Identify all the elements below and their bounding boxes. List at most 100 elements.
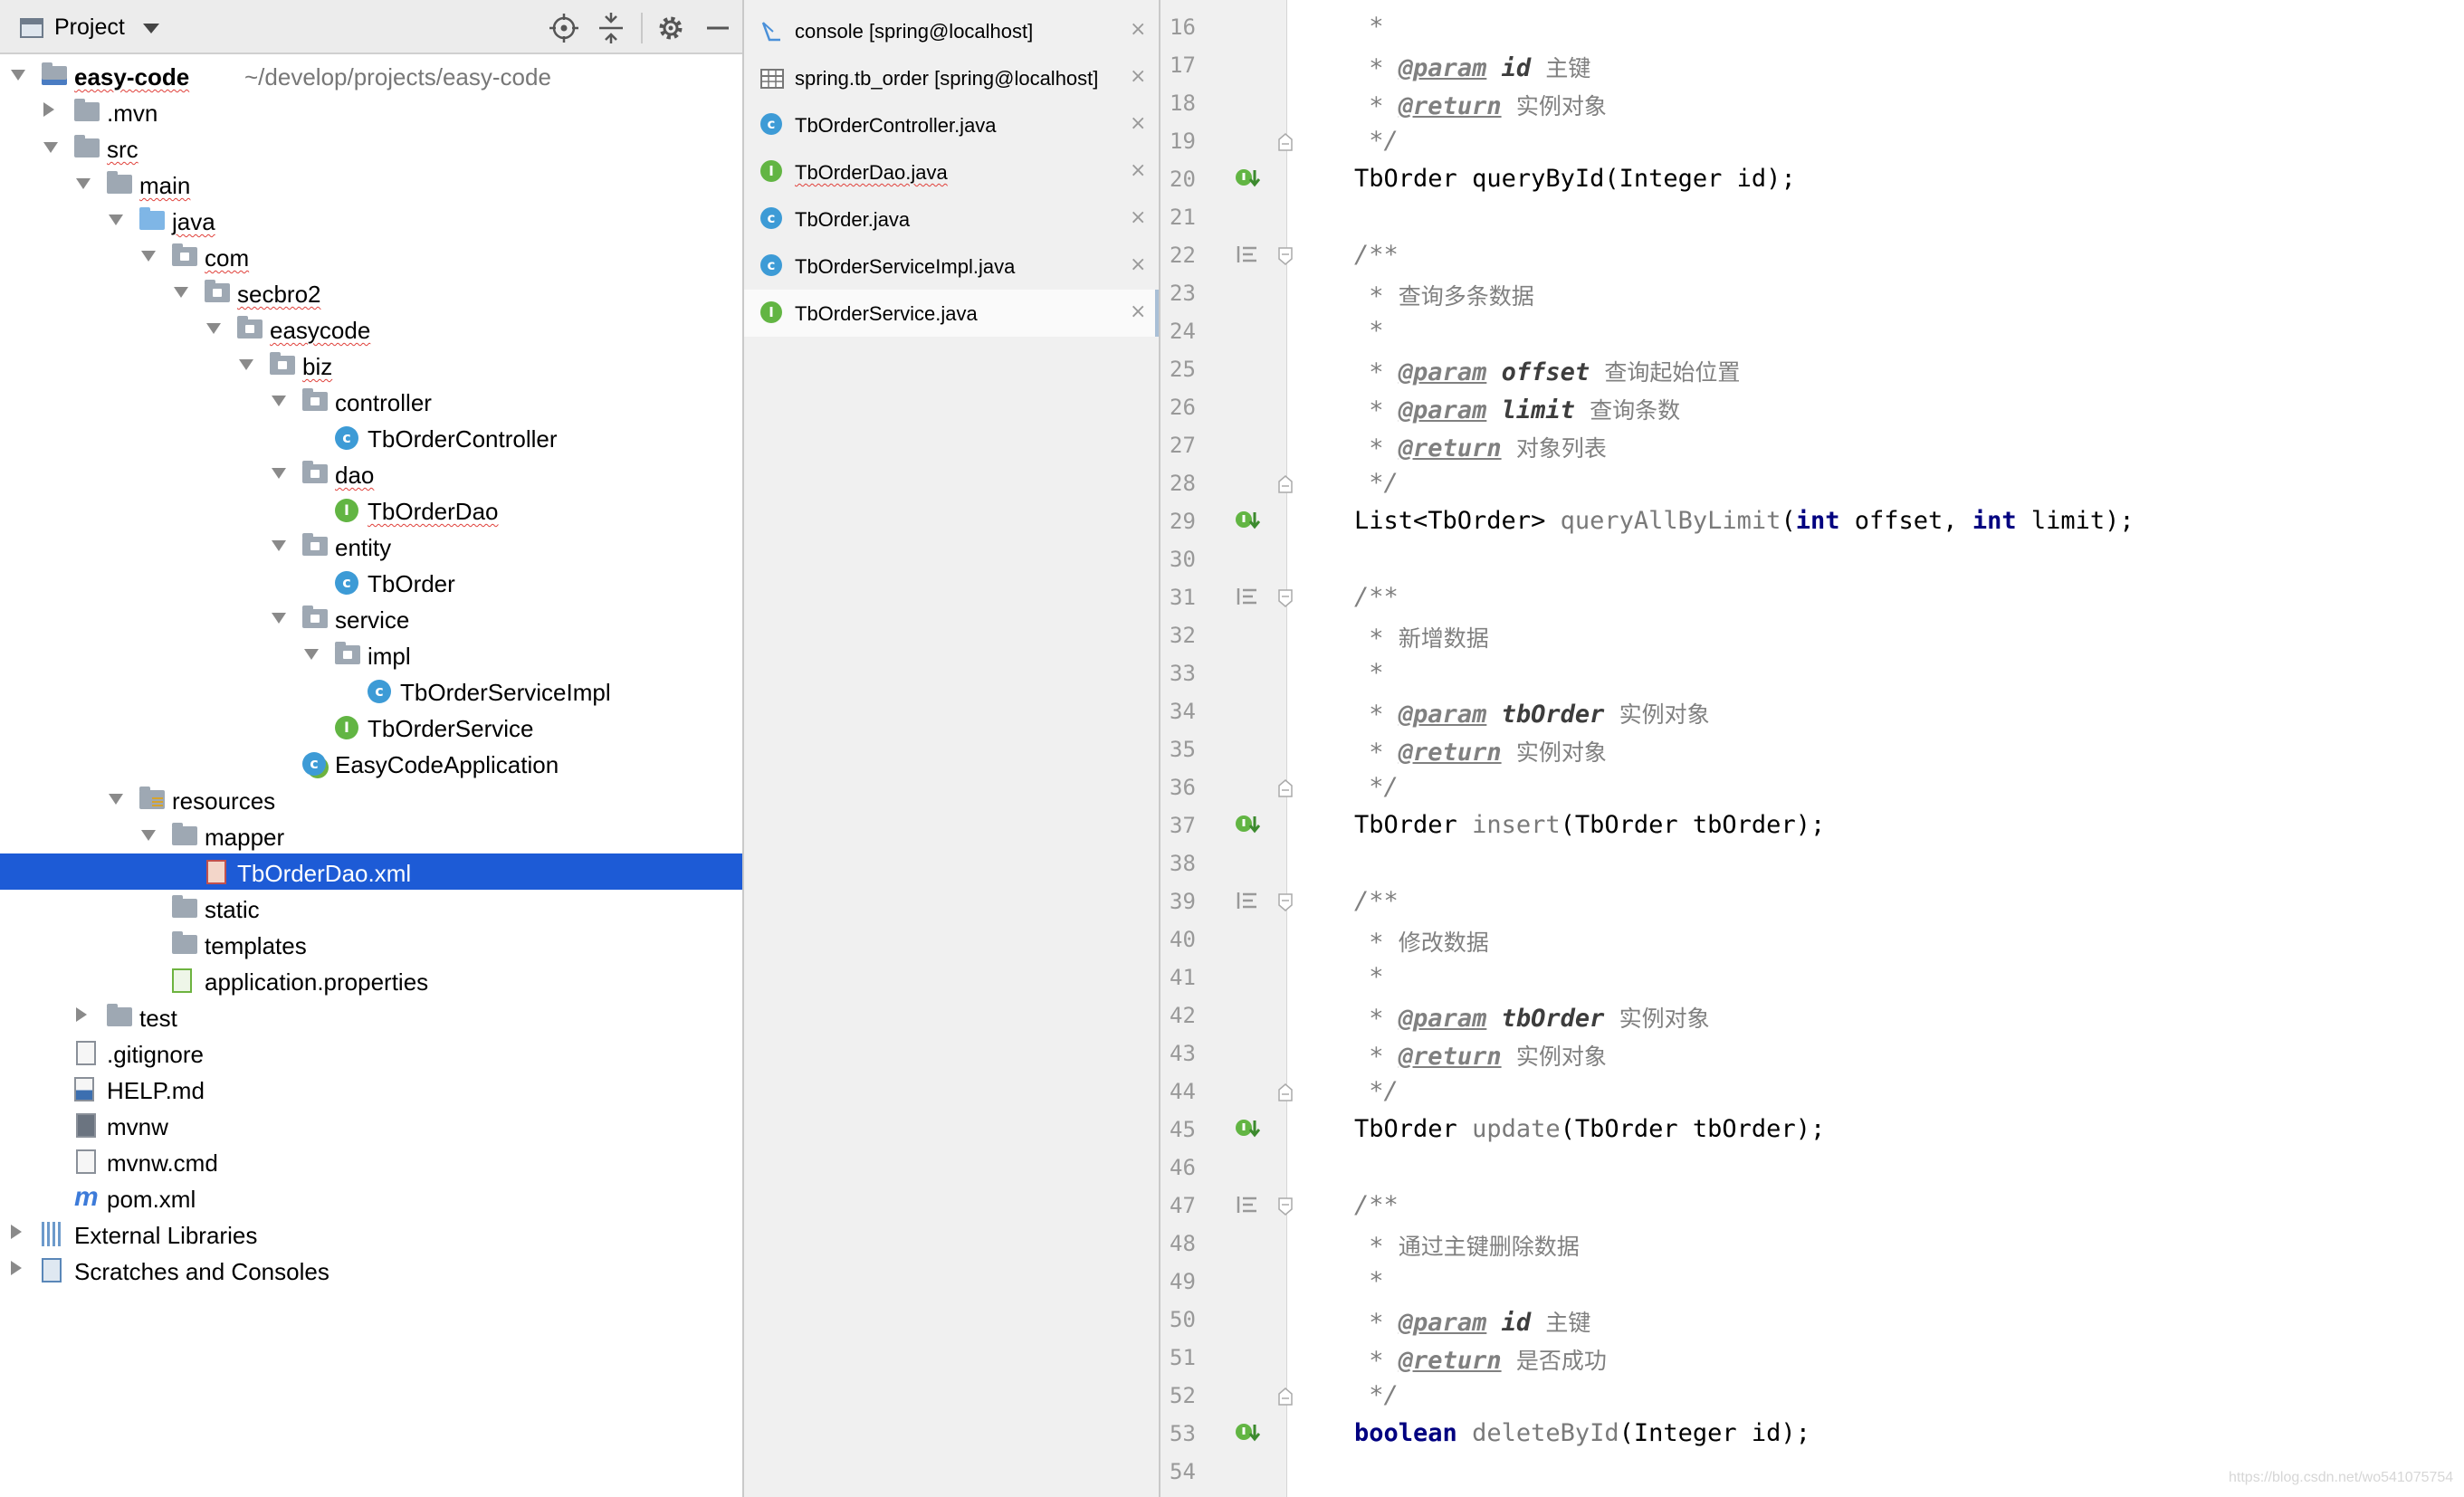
tree-item-secbro2[interactable]: secbro2: [0, 274, 742, 310]
expand-arrow-right-icon[interactable]: [76, 1007, 87, 1022]
fold-open-icon[interactable]: [1277, 246, 1294, 266]
expand-arrow-right-icon[interactable]: [11, 1261, 22, 1275]
fold-close-icon[interactable]: [1277, 474, 1294, 494]
tree-item-main[interactable]: main: [0, 166, 742, 202]
tree-item-tborderserviceimpl[interactable]: c TbOrderServiceImpl: [0, 672, 742, 709]
close-icon[interactable]: ×: [1130, 300, 1146, 323]
render-doc-icon[interactable]: [1233, 241, 1260, 268]
tree-item-dao[interactable]: dao: [0, 455, 742, 491]
code-token: *: [1369, 434, 1384, 462]
expand-arrow-down-icon[interactable]: [11, 70, 25, 81]
fold-close-icon[interactable]: [1277, 132, 1294, 152]
tree-item-com[interactable]: com: [0, 238, 742, 274]
implemented-method-icon[interactable]: [1233, 1419, 1260, 1446]
editor-tab[interactable]: spring.tb_order [spring@localhost] ×: [744, 54, 1159, 101]
locate-file-icon[interactable]: [549, 13, 579, 43]
tree-item-tbordercontroller[interactable]: c TbOrderController: [0, 419, 742, 455]
expand-arrow-down-icon[interactable]: [141, 251, 156, 262]
expand-arrow-down-icon[interactable]: [109, 794, 123, 805]
expand-arrow-down-icon[interactable]: [272, 396, 286, 406]
editor-tab[interactable]: I TbOrderService.java ×: [744, 290, 1159, 337]
editor-tab[interactable]: I TbOrderDao.java ×: [744, 148, 1159, 195]
fold-close-icon[interactable]: [1277, 1082, 1294, 1102]
tree-item-templates[interactable]: templates: [0, 926, 742, 962]
expand-arrow-down-icon[interactable]: [304, 649, 319, 660]
expand-arrow-down-icon[interactable]: [272, 540, 286, 551]
tree-item-mapper[interactable]: mapper: [0, 817, 742, 853]
hide-panel-icon[interactable]: [702, 13, 733, 43]
tree-item-mvn[interactable]: .mvn: [0, 93, 742, 129]
tree-item-java[interactable]: java: [0, 202, 742, 238]
tree-item-easycodeapplication[interactable]: c EasyCodeApplication: [0, 745, 742, 781]
tree-item-label: easy-code: [74, 63, 190, 91]
render-doc-icon[interactable]: [1233, 583, 1260, 610]
implemented-method-icon[interactable]: [1233, 507, 1260, 534]
editor-tab[interactable]: c TbOrderServiceImpl.java ×: [744, 243, 1159, 290]
watermark: https://blog.csdn.net/wo541075754: [2229, 1470, 2454, 1485]
tree-item-help-md[interactable]: HELP.md: [0, 1071, 742, 1107]
fold-close-icon[interactable]: [1277, 1387, 1294, 1406]
close-icon[interactable]: ×: [1130, 206, 1146, 229]
implemented-method-icon[interactable]: [1233, 1115, 1260, 1142]
tree-item-service[interactable]: service: [0, 600, 742, 636]
render-doc-icon[interactable]: [1233, 887, 1260, 914]
tree-item-impl[interactable]: impl: [0, 636, 742, 672]
expand-arrow-down-icon[interactable]: [43, 142, 58, 153]
fold-open-icon[interactable]: [1277, 1197, 1294, 1216]
render-doc-icon[interactable]: [1233, 1191, 1260, 1218]
tree-item-scratches-and-consoles[interactable]: Scratches and Consoles: [0, 1252, 742, 1288]
expand-arrow-down-icon[interactable]: [109, 215, 123, 225]
tree-item-src[interactable]: src: [0, 129, 742, 166]
tree-item-pom-xml[interactable]: m pom.xml: [0, 1179, 742, 1216]
expand-arrow-down-icon[interactable]: [272, 468, 286, 479]
close-icon[interactable]: ×: [1130, 112, 1146, 135]
package: [335, 642, 360, 664]
collapse-all-icon[interactable]: [596, 13, 626, 43]
implemented-method-icon[interactable]: [1233, 811, 1260, 838]
expand-arrow-right-icon[interactable]: [11, 1225, 22, 1239]
expand-arrow-down-icon[interactable]: [76, 178, 91, 189]
tree-item-easy-code[interactable]: easy-code ~/develop/projects/easy-code: [0, 57, 742, 93]
expand-arrow-down-icon[interactable]: [174, 287, 188, 298]
fold-open-icon[interactable]: [1277, 892, 1294, 912]
editor-tab-label: TbOrderDao.java: [795, 161, 948, 184]
chevron-down-icon[interactable]: [143, 24, 159, 33]
tree-item-tborderdao-xml[interactable]: TbOrderDao.xml: [0, 853, 742, 890]
tree-item-tborder[interactable]: c TbOrder: [0, 564, 742, 600]
project-panel-title[interactable]: Project: [54, 14, 125, 41]
gear-icon[interactable]: [655, 13, 686, 43]
editor-tab[interactable]: c TbOrderController.java ×: [744, 101, 1159, 148]
close-icon[interactable]: ×: [1130, 65, 1146, 88]
tree-item-controller[interactable]: controller: [0, 383, 742, 419]
tree-item-resources[interactable]: resources: [0, 781, 742, 817]
tree-item-entity[interactable]: entity: [0, 528, 742, 564]
tree-item-biz[interactable]: biz: [0, 347, 742, 383]
implemented-method-icon[interactable]: [1233, 165, 1260, 192]
tree-item-mvnw[interactable]: mvnw: [0, 1107, 742, 1143]
editor-tab[interactable]: c TbOrder.java ×: [744, 195, 1159, 243]
close-icon[interactable]: ×: [1130, 18, 1146, 41]
tree-item-test[interactable]: test: [0, 998, 742, 1035]
line-number: 33: [1170, 661, 1196, 686]
project-view-icon: [20, 18, 43, 38]
expand-arrow-down-icon[interactable]: [272, 613, 286, 624]
close-icon[interactable]: ×: [1130, 159, 1146, 182]
tree-item-application-properties[interactable]: application.properties: [0, 962, 742, 998]
fold-open-icon[interactable]: [1277, 588, 1294, 608]
tree-item-tborderservice[interactable]: I TbOrderService: [0, 709, 742, 745]
editor-tab[interactable]: console [spring@localhost] ×: [744, 7, 1159, 54]
tree-item-gitignore[interactable]: .gitignore: [0, 1035, 742, 1071]
fold-close-icon[interactable]: [1277, 778, 1294, 798]
tree-item-easycode[interactable]: easycode: [0, 310, 742, 347]
tree-item-mvnw-cmd[interactable]: mvnw.cmd: [0, 1143, 742, 1179]
expand-arrow-down-icon[interactable]: [141, 830, 156, 841]
expand-arrow-down-icon[interactable]: [239, 359, 253, 370]
close-icon[interactable]: ×: [1130, 253, 1146, 276]
expand-arrow-down-icon[interactable]: [206, 323, 221, 334]
tree-item-tborderdao[interactable]: I TbOrderDao: [0, 491, 742, 528]
line-number: 25: [1170, 357, 1196, 382]
code-line: * @param offset 查询起始位置: [1354, 355, 1740, 387]
tree-item-external-libraries[interactable]: External Libraries: [0, 1216, 742, 1252]
expand-arrow-right-icon[interactable]: [43, 102, 54, 117]
tree-item-static[interactable]: static: [0, 890, 742, 926]
